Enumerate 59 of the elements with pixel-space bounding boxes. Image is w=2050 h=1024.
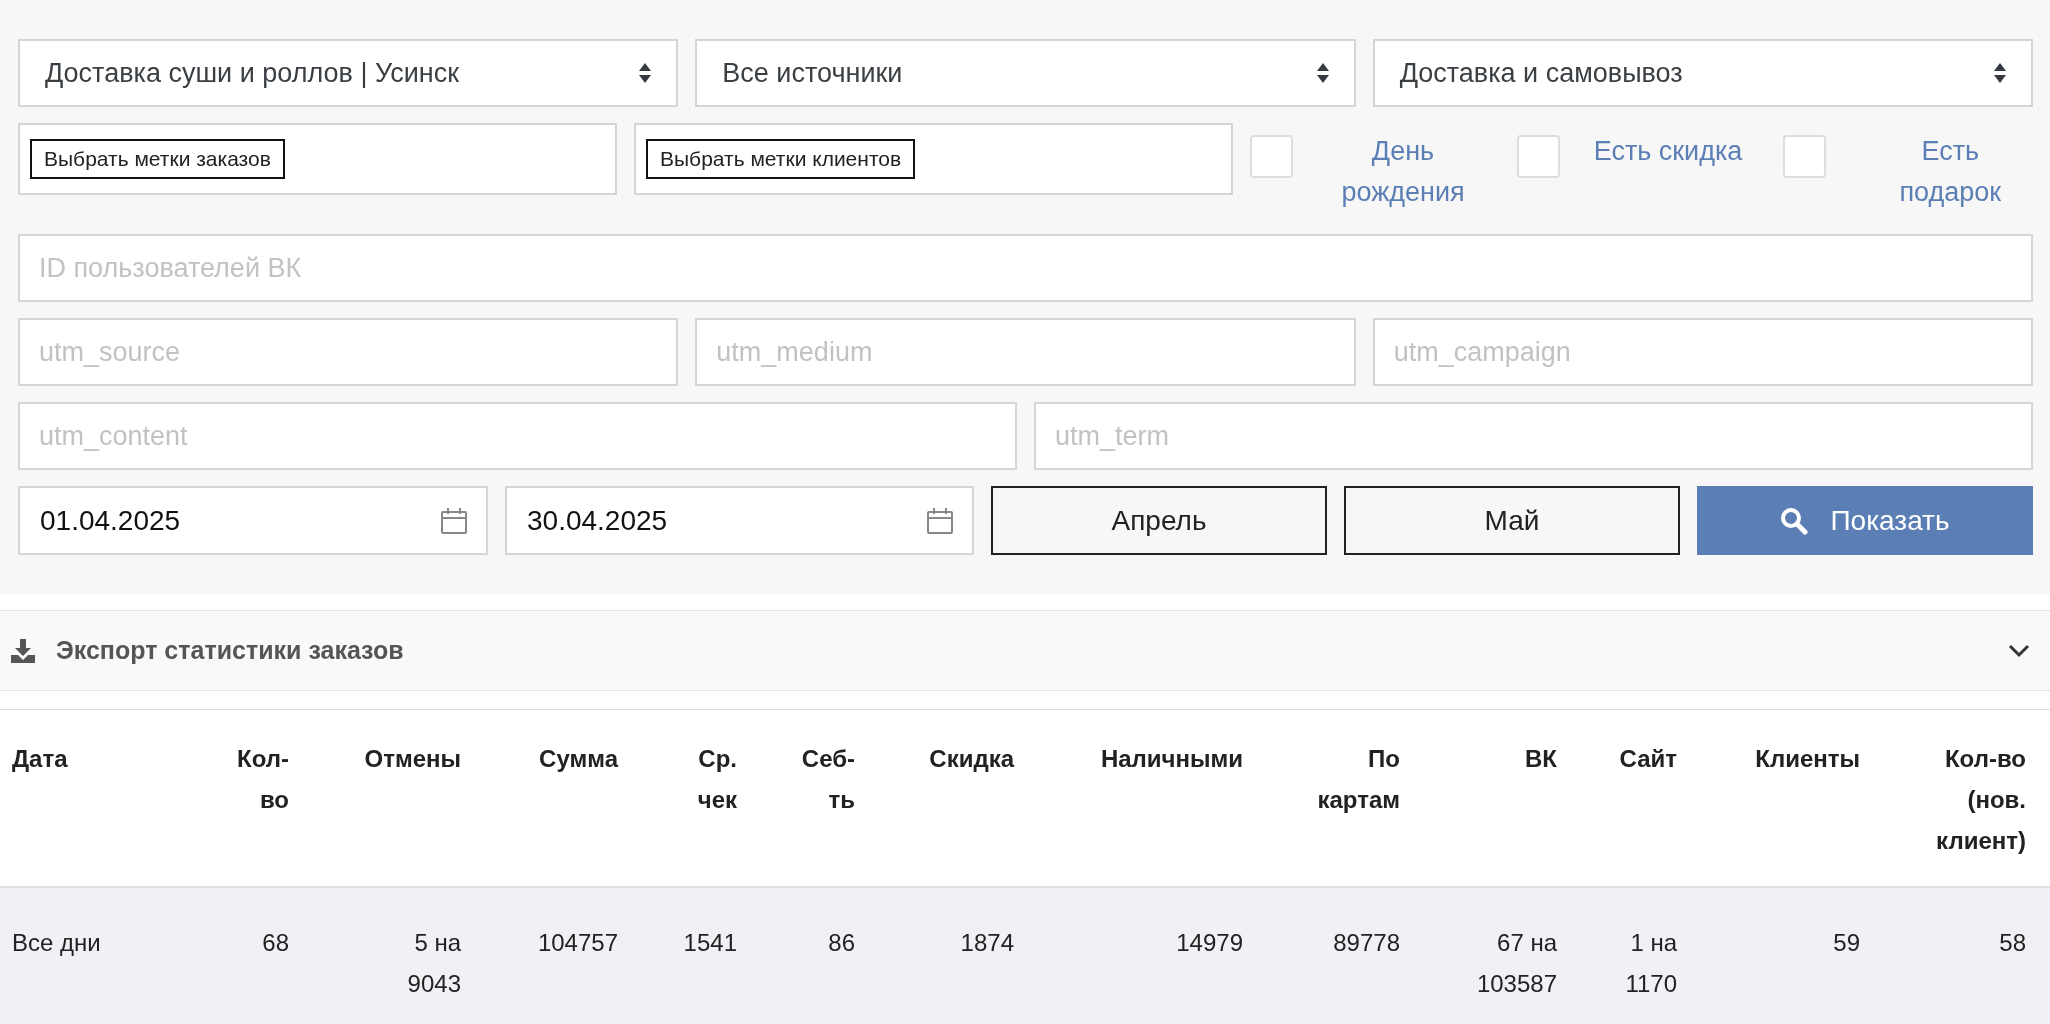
tag-picker-field[interactable]: Выбрать метки клиентов bbox=[634, 123, 1233, 195]
checkbox-label[interactable]: Есть скидка bbox=[1593, 131, 1743, 172]
column-header: Скидка bbox=[929, 744, 1014, 774]
column-header: Отмены bbox=[364, 744, 461, 774]
table-cell-text: 59 bbox=[1833, 928, 1860, 958]
calendar-icon bbox=[440, 506, 468, 535]
table-cell-text: 89778 bbox=[1333, 928, 1400, 958]
input-field[interactable]: utm_term bbox=[1034, 402, 2033, 470]
sort-caret-icon bbox=[638, 62, 653, 84]
calendar-icon bbox=[926, 506, 954, 535]
column-header: Кол-во (нов. клиент) bbox=[1935, 744, 2026, 856]
column-header: Себ-ть bbox=[801, 744, 855, 815]
table-cell-text: 1874 bbox=[960, 928, 1014, 958]
column-header: Дата bbox=[12, 744, 68, 774]
column-header: Клиенты bbox=[1755, 744, 1860, 774]
checkbox-label[interactable]: Есть подарок bbox=[1870, 131, 2031, 213]
table-cell-text: 58 bbox=[1999, 928, 2026, 958]
table-cell-text: 104757 bbox=[537, 928, 618, 958]
dropdown[interactable]: Доставка и самовывоз bbox=[1372, 39, 2033, 107]
input-field[interactable]: utm_content bbox=[18, 402, 1017, 470]
table-cell-text: 67 на 103587 bbox=[1475, 928, 1557, 999]
sort-caret-icon bbox=[1315, 62, 1330, 84]
column-header: По картам bbox=[1317, 744, 1400, 815]
month-button[interactable]: Май bbox=[1344, 486, 1680, 555]
input-field[interactable]: utm_medium bbox=[695, 318, 1356, 386]
column-header: Кол-во bbox=[237, 744, 289, 815]
input-field[interactable]: utm_source bbox=[18, 318, 679, 386]
download-icon bbox=[10, 637, 36, 664]
table-cell-text: 86 bbox=[828, 928, 855, 958]
checkbox[interactable] bbox=[1516, 135, 1560, 178]
search-icon bbox=[1780, 506, 1809, 535]
table-cell-text: 14979 bbox=[1176, 928, 1243, 958]
input-field[interactable]: utm_campaign bbox=[1372, 318, 2033, 386]
column-header: Ср. чек bbox=[697, 744, 737, 815]
column-header: ВК bbox=[1525, 744, 1557, 774]
column-header: Сумма bbox=[539, 744, 618, 774]
table-cell-text: 1541 bbox=[683, 928, 737, 958]
tag-picker-button[interactable]: Выбрать метки клиентов bbox=[646, 139, 916, 179]
table-cell-text: Все дни bbox=[12, 928, 101, 958]
table-cell-text: 5 на 9043 bbox=[406, 928, 461, 999]
column-header: Наличными bbox=[1100, 744, 1243, 774]
table-cell-text: 68 bbox=[262, 928, 289, 958]
checkbox[interactable] bbox=[1783, 135, 1827, 178]
input-field[interactable]: ID пользователей ВК bbox=[18, 234, 2033, 302]
checkbox-label[interactable]: День рождения bbox=[1323, 131, 1483, 213]
date-field[interactable]: 30.04.2025 bbox=[505, 486, 974, 555]
dropdown[interactable]: Доставка суши и роллов | Усинск bbox=[18, 39, 679, 107]
dropdown[interactable]: Все источники bbox=[695, 39, 1356, 107]
tag-picker-button[interactable]: Выбрать метки заказов bbox=[30, 139, 285, 179]
table-cell-text: 1 на 1170 bbox=[1624, 928, 1677, 999]
show-button[interactable]: Показать bbox=[1697, 486, 2033, 555]
export-bar[interactable]: Экспорт статистики заказов bbox=[0, 610, 2050, 691]
sort-caret-icon bbox=[1993, 62, 2007, 84]
export-title: Экспорт статистики заказов bbox=[56, 636, 405, 665]
checkbox[interactable] bbox=[1250, 135, 1293, 178]
tag-picker-field[interactable]: Выбрать метки заказов bbox=[18, 123, 617, 195]
date-field[interactable]: 01.04.2025 bbox=[18, 486, 488, 555]
column-header: Сайт bbox=[1619, 744, 1677, 774]
month-button[interactable]: Апрель bbox=[991, 486, 1327, 555]
